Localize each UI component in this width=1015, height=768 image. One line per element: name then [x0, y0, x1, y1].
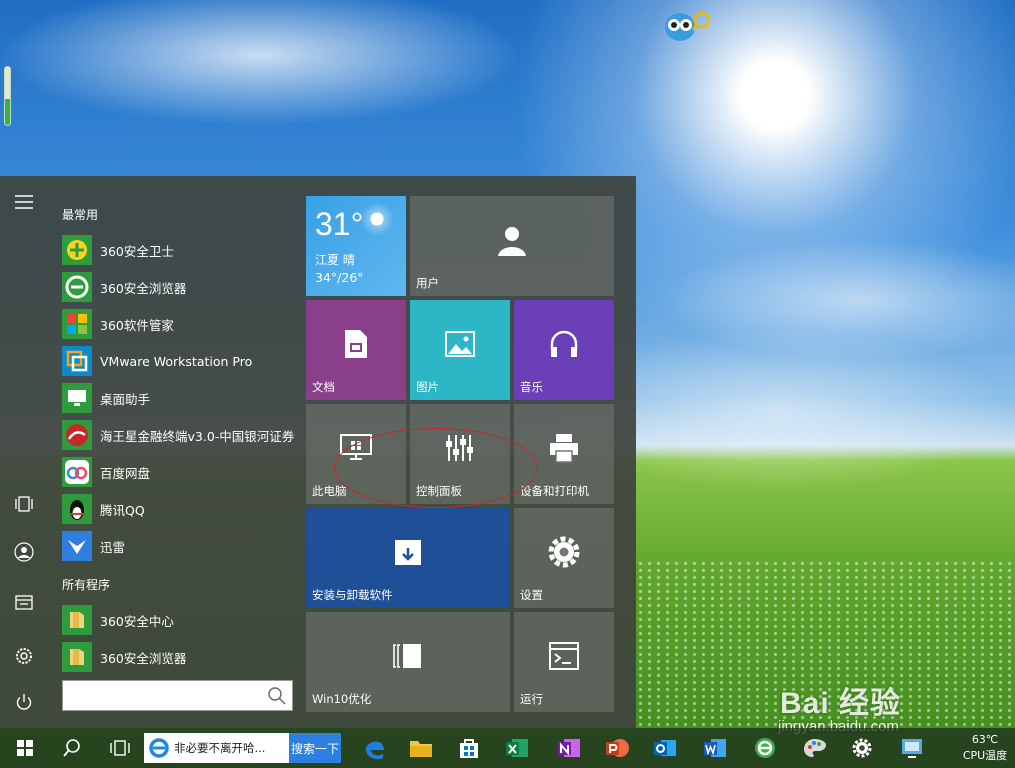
remote-desktop-icon[interactable] — [896, 728, 928, 768]
baidu-watermark: Bai 经验 — [780, 687, 902, 720]
internet-explorer-icon — [149, 738, 169, 758]
paint-palette-icon[interactable] — [798, 728, 832, 768]
start-rail — [0, 176, 48, 728]
hamburger-menu-icon[interactable] — [12, 190, 36, 214]
360-software-manager-icon — [62, 309, 92, 339]
list-item-vmware[interactable]: VMware Workstation Pro — [62, 344, 298, 378]
cpu-temperature-label: CPU温度 — [962, 749, 1008, 762]
list-item-qq[interactable]: 腾讯QQ — [62, 492, 298, 526]
sun-icon — [360, 202, 394, 236]
list-item-360-security-guard[interactable]: 360安全卫士 — [62, 233, 298, 267]
weather-temperature: 31° — [315, 206, 364, 242]
task-view-button-icon[interactable] — [104, 728, 136, 768]
optimize-panel-icon — [306, 638, 510, 674]
user-icon — [410, 222, 614, 258]
list-item-360-browser-folder[interactable]: 360安全浏览器 — [62, 640, 298, 674]
list-item-baidu-netdisk[interactable]: 百度网盘 — [62, 455, 298, 489]
360-browser-taskbar-icon[interactable] — [748, 728, 782, 768]
win10-optimize-tile[interactable]: Win10优化 — [306, 612, 510, 712]
taskbar: 非必要不离开哈... 搜索一下 63℃ CPU温度 — [0, 728, 1015, 768]
run-command-icon — [514, 638, 614, 674]
vmware-icon — [62, 346, 92, 376]
user-tile[interactable]: 用户 — [410, 196, 614, 296]
music-tile[interactable]: 音乐 — [514, 300, 614, 400]
search-once-button[interactable]: 搜索一下 — [289, 733, 341, 763]
search-icon[interactable] — [268, 687, 286, 705]
file-explorer-icon[interactable] — [12, 590, 36, 614]
ie-search-text: 非必要不离开哈... — [174, 741, 266, 755]
most-used-heading: 最常用 — [62, 208, 99, 222]
xunlei-bird-icon — [62, 531, 92, 561]
settings-tile[interactable]: 设置 — [514, 508, 614, 608]
neptune-finance-icon — [62, 420, 92, 450]
desktop-assistant-icon — [62, 383, 92, 413]
list-item-neptune-finance[interactable]: 海王星金融终端v3.0-中国银河证券 — [62, 418, 298, 452]
pictures-tile[interactable]: 图片 — [410, 300, 510, 400]
outlook-icon[interactable] — [648, 728, 682, 768]
microsoft-store-icon[interactable] — [452, 728, 486, 768]
weather-tile[interactable]: 31° 江夏 晴 34°/26° — [306, 196, 406, 296]
documents-tile[interactable]: 文档 — [306, 300, 406, 400]
folder-icon — [62, 605, 92, 635]
download-box-icon — [306, 534, 510, 570]
settings-gear-icon[interactable] — [12, 644, 36, 668]
360-browser-icon — [62, 272, 92, 302]
start-search-box[interactable] — [62, 680, 293, 711]
run-tile[interactable]: 运行 — [514, 612, 614, 712]
document-icon — [306, 326, 406, 362]
settings-taskbar-gear-icon[interactable] — [846, 728, 878, 768]
weather-city: 江夏 晴 — [315, 253, 355, 267]
list-item-360-browser[interactable]: 360安全浏览器 — [62, 270, 298, 304]
app-list: 最常用 360安全卫士 360安全浏览器 360软件管家 VMware Work… — [48, 176, 300, 728]
360-security-guard-icon — [62, 235, 92, 265]
excel-icon[interactable] — [500, 728, 534, 768]
floating-gauge-widget[interactable] — [4, 66, 11, 126]
powerpoint-icon[interactable] — [600, 728, 634, 768]
baidu-netdisk-icon — [62, 457, 92, 487]
start-search-input[interactable] — [63, 681, 263, 710]
gear-icon — [514, 534, 614, 570]
headphones-icon — [514, 326, 614, 362]
list-item-desktop-assistant[interactable]: 桌面助手 — [62, 381, 298, 415]
user-account-icon[interactable] — [12, 540, 36, 564]
control-panel-annotation-ellipse — [334, 428, 538, 508]
qq-penguin-icon — [62, 494, 92, 524]
cpu-temperature-value: 63℃ — [971, 733, 999, 746]
word-icon[interactable] — [698, 728, 732, 768]
list-item-360-software-manager[interactable]: 360软件管家 — [62, 307, 298, 341]
all-programs-heading: 所有程序 — [62, 578, 111, 592]
list-item-360-security-center[interactable]: 360安全中心 — [62, 603, 298, 637]
windows-start-icon[interactable] — [8, 728, 42, 768]
task-view-icon[interactable] — [12, 492, 36, 516]
edge-browser-icon[interactable] — [358, 728, 392, 768]
cpu-temperature-widget[interactable]: 63℃ CPU温度 — [958, 732, 1012, 764]
power-icon[interactable] — [12, 690, 36, 714]
ie-search-bar[interactable]: 非必要不离开哈... — [144, 733, 289, 763]
file-explorer-taskbar-icon[interactable] — [404, 728, 438, 768]
picture-icon — [410, 326, 510, 362]
list-item-xunlei[interactable]: 迅雷 — [62, 529, 298, 563]
owl-mascot-icon[interactable] — [664, 8, 712, 42]
taskbar-search-icon[interactable] — [56, 728, 88, 768]
onenote-icon[interactable] — [552, 728, 586, 768]
folder-icon — [62, 642, 92, 672]
start-menu: 最常用 360安全卫士 360安全浏览器 360软件管家 VMware Work… — [0, 176, 636, 728]
install-uninstall-tile[interactable]: 安装与卸载软件 — [306, 508, 510, 608]
weather-range: 34°/26° — [315, 270, 364, 285]
